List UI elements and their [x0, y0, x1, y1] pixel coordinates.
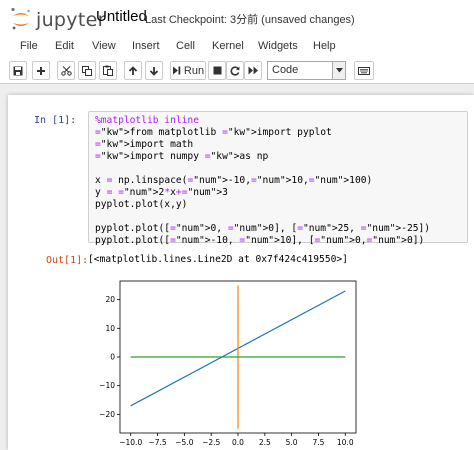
- x-tick-label: 7.5: [312, 438, 324, 447]
- save-button[interactable]: [9, 61, 27, 80]
- line-plot: −10.0 −7.5 −5.0 −2.5 0.0 2.5 5.0 7.5 10.0 20 10 0 −1…: [99, 280, 357, 447]
- x-tick-label: −7.5: [148, 438, 166, 447]
- code-line: ="kw">from matplotlib ="kw">import pyplo…: [95, 127, 332, 138]
- code-line: pyplot.plot([="num">0, ="num">0], [="num…: [95, 223, 431, 234]
- menu-kernel[interactable]: Kernel: [212, 40, 244, 52]
- y-tick-label: −20: [99, 410, 115, 419]
- keyboard-icon: [358, 66, 370, 75]
- menu-edit[interactable]: Edit: [55, 40, 74, 52]
- fast-forward-icon: [248, 66, 258, 75]
- restart-run-all-button[interactable]: [244, 61, 262, 80]
- output-prompt: Out[1]:: [46, 255, 89, 266]
- code-line: y = ="num">2*x+="num">3: [95, 187, 228, 198]
- jupyter-logo[interactable]: jupyter: [8, 6, 105, 32]
- menu-widgets[interactable]: Widgets: [258, 40, 298, 52]
- x-tick-label: 10.0: [337, 438, 354, 447]
- menu-view[interactable]: View: [92, 40, 116, 52]
- command-palette-button[interactable]: [354, 61, 374, 80]
- insert-cell-button[interactable]: [32, 61, 50, 80]
- interrupt-button[interactable]: [208, 61, 226, 80]
- chevron-down-icon: [332, 62, 345, 79]
- plus-icon: [37, 66, 45, 75]
- code-line: x = np.linspace(="num">-10,="num">10,="n…: [95, 175, 373, 186]
- menu-help[interactable]: Help: [313, 40, 336, 52]
- toolbar: Run Code: [0, 58, 474, 84]
- paste-button[interactable]: [99, 61, 117, 80]
- cut-button[interactable]: [57, 61, 75, 80]
- menu-file[interactable]: File: [20, 40, 38, 52]
- output-text: [<matplotlib.lines.Line2D at 0x7f424c419…: [88, 254, 348, 265]
- code-line: pyplot.plot(x,y): [95, 199, 188, 210]
- code-line: pyplot.plot([="num">-10, ="num">10], [="…: [95, 235, 425, 246]
- restart-button[interactable]: [226, 61, 244, 80]
- arrow-down-icon: [149, 66, 159, 76]
- move-down-button[interactable]: [145, 61, 163, 80]
- code-line: %matplotlib inline: [95, 115, 199, 126]
- notebook-title[interactable]: Untitled: [96, 8, 147, 25]
- y-tick-label: −10: [99, 381, 115, 390]
- move-up-button[interactable]: [124, 61, 142, 80]
- x-tick-label: 5.0: [286, 438, 298, 447]
- copy-button[interactable]: [78, 61, 96, 80]
- restart-icon: [230, 66, 240, 76]
- step-forward-icon: [172, 66, 181, 75]
- cell-type-select[interactable]: Code: [267, 61, 346, 80]
- y-tick-label: 20: [105, 295, 115, 304]
- run-button[interactable]: Run: [170, 61, 206, 80]
- x-tick-label: 0.0: [232, 438, 244, 447]
- x-tick-label: −10.0: [119, 438, 142, 447]
- save-icon: [13, 66, 23, 75]
- header: jupyter Untitled Last Checkpoint: 3分前 (u…: [0, 0, 474, 36]
- cell-type-value: Code: [272, 64, 299, 76]
- code-editor[interactable]: %matplotlib inline ="kw">from matplotlib…: [88, 111, 468, 246]
- code-line: ="kw">import numpy ="kw">as np: [95, 151, 269, 162]
- arrow-up-icon: [128, 65, 138, 75]
- x-tick-label: −2.5: [202, 438, 220, 447]
- x-tick-label: 2.5: [259, 438, 271, 447]
- notebook-container: In [1]: %matplotlib inline ="kw">from ma…: [8, 95, 474, 450]
- stop-icon: [213, 66, 221, 75]
- x-tick-label: −5.0: [175, 438, 193, 447]
- code-line: ="kw">import math: [95, 139, 194, 150]
- input-prompt: In [1]:: [34, 115, 77, 126]
- y-tick-label: 0: [110, 353, 115, 362]
- paste-icon: [103, 65, 113, 76]
- run-button-label: Run: [183, 64, 205, 77]
- y-tick-label: 10: [105, 324, 115, 333]
- menu-bar: File Edit View Insert Cell Kernel Widget…: [0, 36, 474, 58]
- menu-insert[interactable]: Insert: [132, 40, 160, 52]
- checkpoint-status: Last Checkpoint: 3分前 (unsaved changes): [145, 14, 355, 26]
- cut-icon: [60, 65, 72, 76]
- jupyter-logo-icon: [11, 7, 30, 30]
- copy-icon: [82, 65, 92, 76]
- menu-cell[interactable]: Cell: [176, 40, 195, 52]
